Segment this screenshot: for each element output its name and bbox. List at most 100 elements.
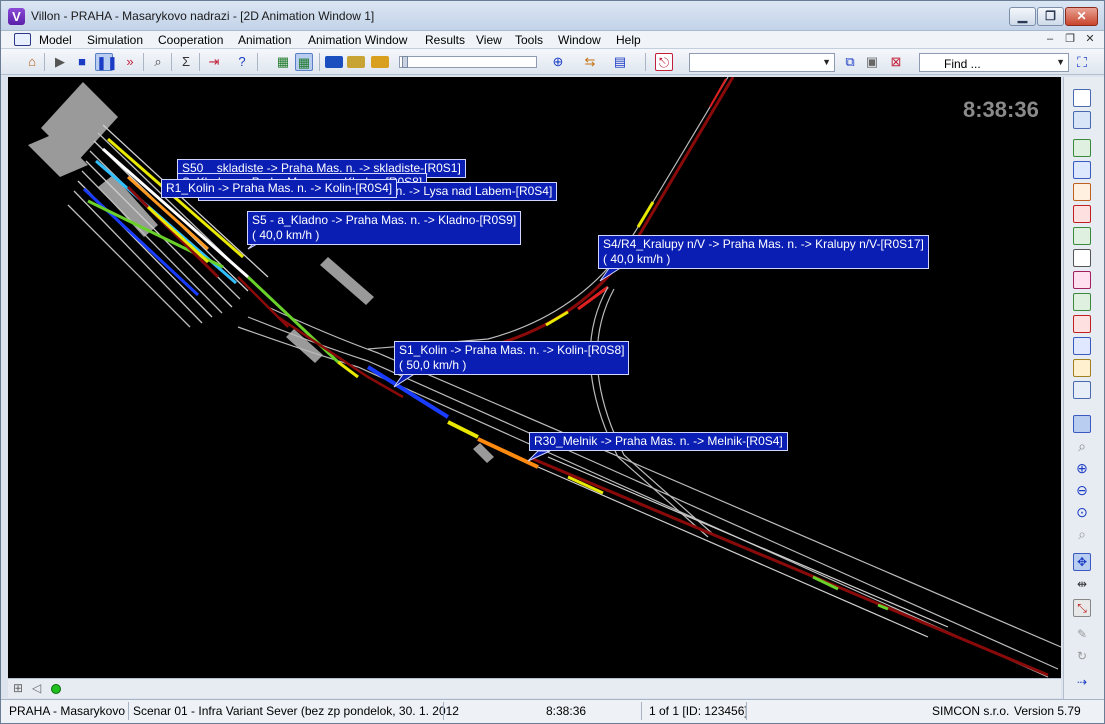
pause-icon[interactable]: ❚❚ [95, 53, 118, 71]
mdi-close-icon[interactable]: ✕ [1081, 33, 1099, 47]
binoculars-icon[interactable]: ⛶ [1073, 53, 1091, 71]
layer-switches-icon[interactable] [1073, 183, 1091, 201]
toolbar-separator [645, 53, 646, 71]
status-separator [641, 702, 642, 720]
status-separator [746, 702, 747, 720]
layers-active-icon[interactable]: ▦ [295, 53, 313, 71]
status-time: 8:38:36 [546, 704, 587, 718]
speed-dropdown-icon[interactable]: ⇆ [581, 53, 599, 71]
layer-routes-icon[interactable] [1073, 227, 1091, 245]
menu-results[interactable]: Results [425, 33, 465, 47]
maximize-button[interactable]: ❐ [1037, 7, 1064, 26]
animation-time-slider[interactable] [399, 56, 537, 68]
train-label-text: S5 - a_Kladno -> Praha Mas. n. -> Kladno… [252, 213, 517, 227]
layer-text-icon[interactable] [1073, 249, 1091, 267]
edit-tool-icon[interactable]: ✎ [1073, 625, 1091, 643]
select-tool-icon[interactable]: ⤡ [1073, 599, 1091, 617]
measure-icon[interactable]: ⇹ [1073, 575, 1091, 593]
home-icon[interactable]: ⌂ [23, 53, 41, 71]
zoom-fit-icon[interactable]: ⊙ [1073, 503, 1091, 521]
train-label[interactable]: S1_Kolin -> Praha Mas. n. -> Kolin-[R0S8… [394, 341, 630, 375]
layer-signals-icon[interactable] [1073, 161, 1091, 179]
layer-trains-icon[interactable] [1073, 205, 1091, 223]
inspect-icon[interactable]: ⌕ [149, 53, 167, 71]
menu-simulation[interactable]: Simulation [87, 33, 143, 47]
occupied-track [532, 457, 1049, 677]
close-button[interactable]: ✕ [1065, 7, 1098, 26]
menu-view[interactable]: View [476, 33, 502, 47]
step-forward-icon[interactable]: » [121, 53, 139, 71]
find-field[interactable]: Find ... ▼ [919, 53, 1069, 72]
layer-tracks-icon[interactable] [1073, 139, 1091, 157]
zoom-previous-icon[interactable]: ⌕ [1073, 525, 1091, 543]
layer-stats-icon[interactable] [1073, 359, 1091, 377]
zoom-icon[interactable]: ⌕ [1073, 437, 1091, 455]
menu-model[interactable]: Model [39, 33, 72, 47]
track-layout [28, 77, 1061, 678]
status-page-id: 1 of 1 [ID: 123456] [649, 704, 748, 718]
menu-tools[interactable]: Tools [515, 33, 543, 47]
toolbar-separator [171, 53, 172, 71]
stop-icon[interactable]: ■ [73, 53, 91, 71]
occupied-track [493, 77, 735, 347]
menu-help[interactable]: Help [616, 33, 641, 47]
train-label[interactable]: S4/R4_Kralupy n/V -> Praha Mas. n. -> Kr… [598, 235, 929, 269]
mdi-restore-icon[interactable]: ❐ [1061, 33, 1079, 47]
occupied-track [447, 420, 479, 439]
train-label[interactable]: R1_Kolin -> Praha Mas. n. -> Kolin-[R0S4… [161, 179, 398, 198]
scale-icon[interactable]: ⊞ [13, 681, 23, 695]
chevron-down-icon[interactable]: ▼ [822, 57, 831, 67]
layer-platforms-icon[interactable] [1073, 293, 1091, 311]
menu-window[interactable]: Window [558, 33, 601, 47]
track-view-icon[interactable] [325, 56, 343, 68]
status-company: SIMCON s.r.o. [932, 704, 1010, 718]
properties-icon[interactable] [1073, 111, 1091, 129]
play-icon[interactable]: ▶ [51, 53, 69, 71]
exit-animation-icon[interactable]: ⎋ [655, 53, 673, 71]
layer-grid-icon[interactable] [1073, 337, 1091, 355]
next-page-icon[interactable]: ⇢ [1073, 673, 1091, 691]
help-context-icon[interactable]: ? [233, 53, 251, 71]
menu-animation[interactable]: Animation [238, 33, 291, 47]
train-label[interactable]: R30_Melnik -> Praha Mas. n. -> Melnik-[R… [529, 432, 788, 451]
signal-view-icon[interactable] [347, 56, 365, 68]
track [537, 466, 929, 638]
rotate-tool-icon[interactable]: ↻ [1073, 647, 1091, 665]
status-separator [443, 702, 444, 720]
zoom-dropdown-icon[interactable]: ⊕ [549, 53, 567, 71]
minimize-button[interactable]: ▁ [1009, 7, 1036, 26]
layers-icon[interactable]: ▦ [274, 53, 292, 71]
view-mode-dropdown-icon[interactable]: ▤ [611, 53, 629, 71]
slider-thumb[interactable] [402, 56, 408, 68]
toolbar-separator [319, 53, 320, 71]
sum-icon[interactable]: Σ [177, 53, 195, 71]
close-window-icon[interactable]: ⊠ [887, 53, 905, 71]
villon-app-icon[interactable]: V [8, 8, 25, 25]
callout-pointer [393, 372, 418, 388]
zoom-out-icon[interactable]: ⊖ [1073, 481, 1091, 499]
tile-window-icon[interactable]: ▣ [863, 53, 881, 71]
train-view-icon[interactable] [371, 56, 389, 68]
train-selector-combo[interactable]: ▼ [689, 53, 835, 72]
app-window: V Villon - PRAHA - Masarykovo nadrazi - … [0, 0, 1105, 724]
chevron-down-icon[interactable]: ▼ [1056, 57, 1065, 67]
layer-list-icon[interactable] [1073, 381, 1091, 399]
zoom-window-icon[interactable] [1073, 415, 1091, 433]
menu-animation-window[interactable]: Animation Window [308, 33, 407, 47]
refresh-icon[interactable] [1073, 89, 1091, 107]
mdi-minimize-icon[interactable]: – [1041, 33, 1059, 47]
train-label-text: S4/R4_Kralupy n/V -> Praha Mas. n. -> Kr… [603, 237, 924, 251]
document-window-icon[interactable] [14, 33, 31, 46]
export-icon[interactable]: ⇥ [205, 53, 223, 71]
track [267, 306, 1061, 648]
new-window-icon[interactable]: ⧉ [841, 53, 859, 71]
train-label[interactable]: S5 - a_Kladno -> Praha Mas. n. -> Kladno… [247, 211, 522, 245]
occupied-track [277, 315, 404, 399]
layer-delays-icon[interactable] [1073, 315, 1091, 333]
layer-occupancy-icon[interactable] [1073, 271, 1091, 289]
sound-icon[interactable]: ◁ [32, 681, 41, 695]
menu-cooperation[interactable]: Cooperation [158, 33, 223, 47]
animation-canvas[interactable]: 8:38:36 S50 _ skladiste -> Praha Mas. n.… [8, 77, 1061, 678]
zoom-in-icon[interactable]: ⊕ [1073, 459, 1091, 477]
pan-icon[interactable]: ✥ [1073, 553, 1091, 571]
